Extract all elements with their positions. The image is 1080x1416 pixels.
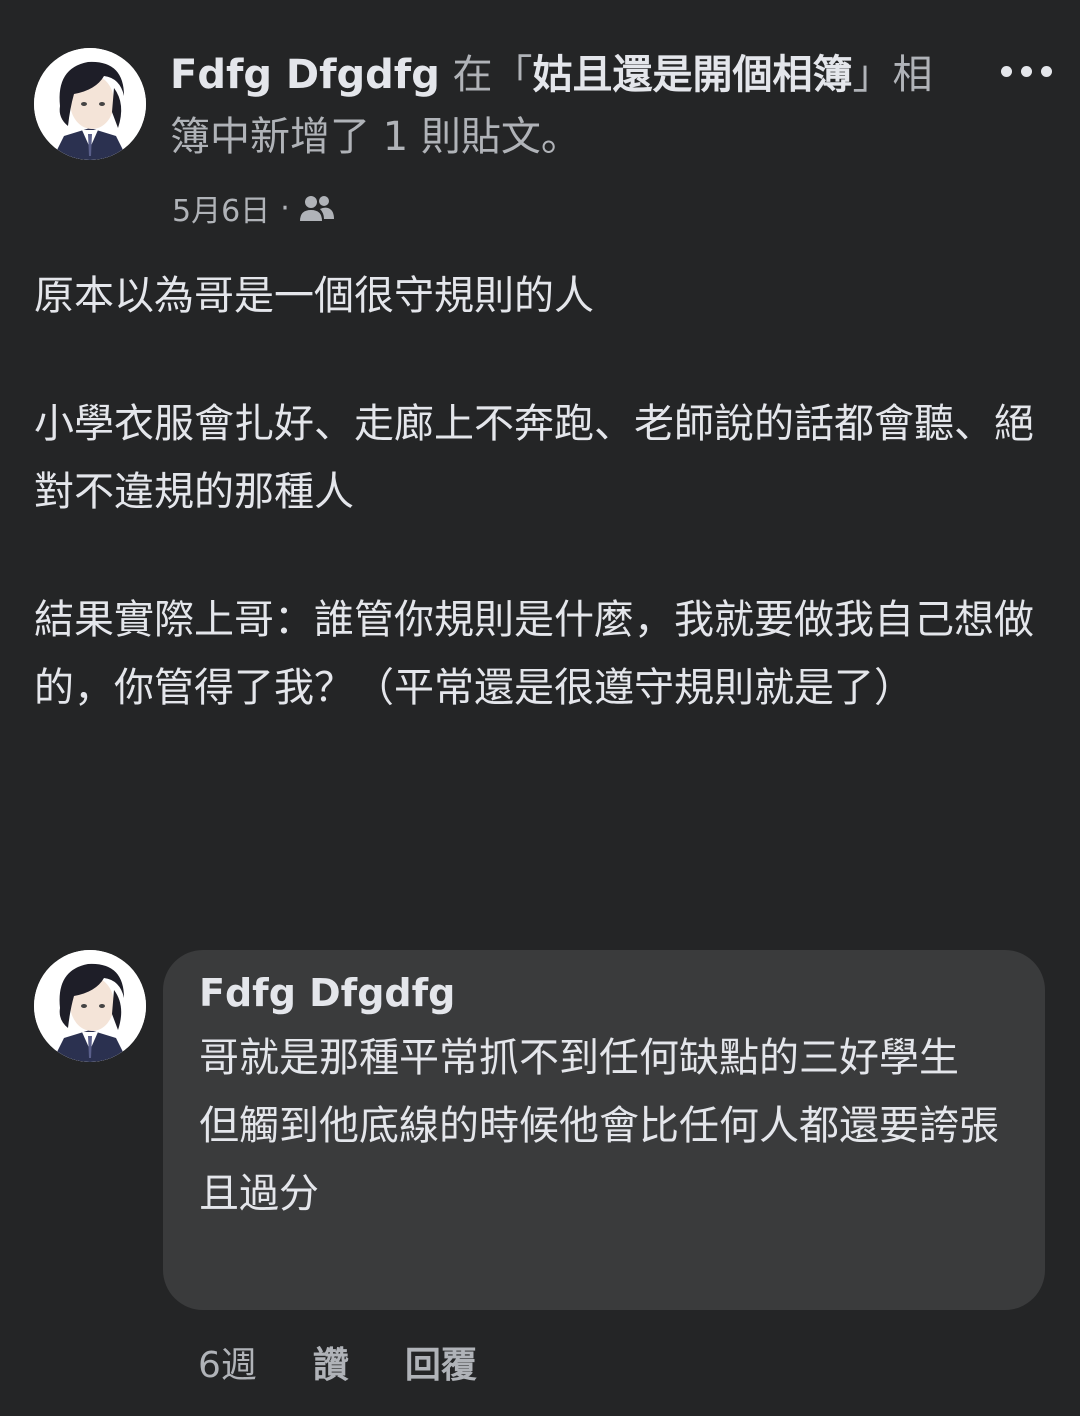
post-author-name[interactable]: Fdfg Dfgdfg xyxy=(170,52,440,98)
comment-text: 哥就是那種平常抓不到任何缺點的三好學生 但觸到他底線的時候他會比任何人都還要誇張… xyxy=(199,1035,999,1217)
avatar-illustration xyxy=(34,48,146,160)
post-paragraph: 小學衣服會扎好、走廊上不奔跑、老師說的話都會聽、絕對不違規的那種人 xyxy=(34,401,1034,515)
post-author-avatar[interactable] xyxy=(34,48,146,160)
header-prefix: 在「 xyxy=(439,52,533,98)
avatar-illustration xyxy=(34,950,146,1062)
more-dot-icon xyxy=(1021,65,1032,77)
album-link[interactable]: 姑且還是開個相簿 xyxy=(533,52,853,98)
meta-separator: · xyxy=(280,190,290,226)
post-date[interactable]: 5月6日 xyxy=(172,186,270,230)
post-paragraph: 結果實際上哥：誰管你規則是什麼，我就要做我自己想做的，你管得了我？（平常還是很遵… xyxy=(34,597,1034,711)
post-header: Fdfg Dfgdfg 在「姑且還是開個相簿」相簿中新增了 1 則貼文。 xyxy=(170,44,960,168)
more-dot-icon xyxy=(1001,65,1012,77)
reply-button[interactable]: 回覆 xyxy=(405,1336,477,1388)
like-button[interactable]: 讚 xyxy=(313,1336,349,1388)
comment-bubble: Fdfg Dfgdfg 哥就是那種平常抓不到任何缺點的三好學生 但觸到他底線的時… xyxy=(163,950,1045,1310)
post-paragraph: 原本以為哥是一個很守規則的人 xyxy=(34,273,594,319)
post-body: 原本以為哥是一個很守規則的人 小學衣服會扎好、走廊上不奔跑、老師說的話都會聽、絕… xyxy=(34,262,1044,722)
comment-time[interactable]: 6週 xyxy=(198,1336,257,1388)
post-meta: 5月6日 · xyxy=(172,186,334,230)
comment-author-avatar[interactable] xyxy=(34,950,146,1062)
friends-icon xyxy=(299,193,334,223)
more-options-button[interactable] xyxy=(1001,54,1052,88)
comment-actions: 6週 讚 回覆 xyxy=(198,1334,533,1390)
comment-author-name[interactable]: Fdfg Dfgdfg xyxy=(199,966,1015,1020)
more-dot-icon xyxy=(1041,65,1052,77)
